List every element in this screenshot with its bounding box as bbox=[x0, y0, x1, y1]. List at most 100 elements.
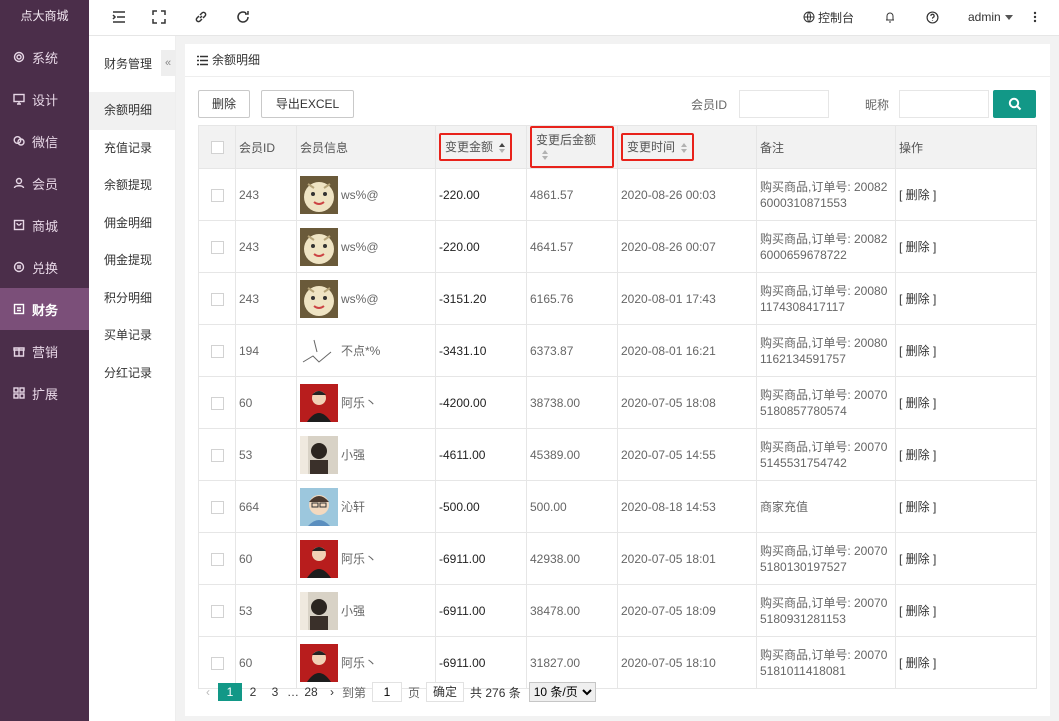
delete-row-link[interactable]: [ 删除 ] bbox=[899, 500, 936, 514]
username: admin bbox=[968, 10, 1001, 24]
sort-icon[interactable] bbox=[499, 142, 506, 153]
row-checkbox[interactable] bbox=[211, 552, 224, 566]
more-icon[interactable] bbox=[1033, 0, 1037, 34]
action-cell: [ 删除 ] bbox=[895, 532, 1037, 585]
sidebar-item-exchange[interactable]: 兑换 bbox=[0, 246, 89, 288]
refresh-icon[interactable] bbox=[234, 8, 252, 26]
delete-row-link[interactable]: [ 删除 ] bbox=[899, 240, 936, 254]
menu-indent-icon[interactable] bbox=[110, 8, 128, 26]
submenu-item[interactable]: 佣金提现 bbox=[89, 242, 175, 280]
fullscreen-icon[interactable] bbox=[150, 8, 168, 26]
submenu-item[interactable]: 分红记录 bbox=[89, 355, 175, 393]
delete-row-link[interactable]: [ 删除 ] bbox=[899, 656, 936, 670]
row-checkbox[interactable] bbox=[211, 500, 224, 514]
sidebar-item-gear[interactable]: 系统 bbox=[0, 36, 89, 78]
delete-row-link[interactable]: [ 删除 ] bbox=[899, 448, 936, 462]
page-number[interactable]: 2 bbox=[242, 683, 264, 701]
submenu-item[interactable]: 佣金明细 bbox=[89, 205, 175, 243]
nickname-input[interactable] bbox=[899, 90, 989, 118]
sort-icon[interactable] bbox=[681, 142, 688, 153]
page-number[interactable]: 28 bbox=[300, 683, 322, 701]
sidebar-item-monitor[interactable]: 设计 bbox=[0, 78, 89, 120]
confirm-page-button[interactable]: 确定 bbox=[426, 682, 465, 702]
search-button[interactable] bbox=[993, 90, 1036, 118]
row-checkbox[interactable] bbox=[211, 292, 224, 306]
help-icon[interactable] bbox=[926, 0, 939, 34]
page-size-select[interactable]: 10 条/页 bbox=[528, 682, 596, 702]
sidebar-item-user[interactable]: 会员 bbox=[0, 162, 89, 204]
member-id-cell: 53 bbox=[235, 428, 297, 481]
col-change-amount-label: 变更金额 bbox=[445, 140, 494, 154]
remark-cell: 购买商品,订单号: 200705181011418081 bbox=[756, 636, 896, 689]
action-cell: [ 删除 ] bbox=[895, 584, 1037, 637]
grid-icon bbox=[12, 386, 26, 400]
member-id-input[interactable] bbox=[739, 90, 829, 118]
page-number[interactable]: 1 bbox=[218, 683, 242, 701]
delete-button[interactable]: 删除 bbox=[198, 90, 250, 118]
table-row: 243 ws%@ -220.00 4641.57 2020-08-26 00:07 购买商… bbox=[198, 220, 1037, 273]
delete-row-link[interactable]: [ 删除 ] bbox=[899, 604, 936, 618]
next-page-icon[interactable]: › bbox=[322, 685, 342, 699]
row-checkbox[interactable] bbox=[211, 188, 224, 202]
avatar bbox=[300, 383, 338, 422]
select-all-checkbox[interactable] bbox=[211, 141, 224, 155]
row-checkbox[interactable] bbox=[211, 604, 224, 618]
member-info-cell: 沁轩 bbox=[296, 480, 436, 533]
after-amount-cell: 42938.00 bbox=[526, 532, 618, 585]
submenu-item[interactable]: 买单记录 bbox=[89, 317, 175, 355]
delete-row-link[interactable]: [ 删除 ] bbox=[899, 344, 936, 358]
change-time-cell: 2020-07-05 18:10 bbox=[617, 636, 757, 689]
gear-icon bbox=[12, 50, 26, 64]
after-amount-cell: 500.00 bbox=[526, 480, 618, 533]
delete-row-link[interactable]: [ 删除 ] bbox=[899, 396, 936, 410]
col-change-time[interactable]: 变更时间 bbox=[617, 125, 757, 169]
row-checkbox[interactable] bbox=[211, 240, 224, 254]
sidebar-item-wechat[interactable]: 微信 bbox=[0, 120, 89, 162]
remark-cell: 购买商品,订单号: 200801174308417117 bbox=[756, 272, 896, 325]
submenu-item[interactable]: 余额提现 bbox=[89, 167, 175, 205]
row-checkbox[interactable] bbox=[211, 396, 224, 410]
delete-row-link[interactable]: [ 删除 ] bbox=[899, 552, 936, 566]
sidebar-item-marketing[interactable]: 营销 bbox=[0, 330, 89, 372]
sidebar-item-label: 微信 bbox=[32, 134, 59, 150]
sort-icon[interactable] bbox=[542, 149, 549, 160]
col-remark: 备注 bbox=[756, 125, 896, 169]
sidebar-item-label: 设计 bbox=[32, 92, 59, 108]
row-checkbox[interactable] bbox=[211, 448, 224, 462]
sidebar-item-grid[interactable]: 扩展 bbox=[0, 372, 89, 414]
action-cell: [ 删除 ] bbox=[895, 480, 1037, 533]
member-id-cell: 60 bbox=[235, 532, 297, 585]
submenu-item[interactable]: 充值记录 bbox=[89, 130, 175, 168]
row-checkbox[interactable] bbox=[211, 656, 224, 670]
remark-text: 商家充值 bbox=[760, 499, 809, 514]
remark-cell: 购买商品,订单号: 200826000310871553 bbox=[756, 168, 896, 221]
submenu-item[interactable]: 余额明细 bbox=[89, 92, 175, 130]
submenu-item[interactable]: 积分明细 bbox=[89, 280, 175, 318]
member-id-cell: 243 bbox=[235, 272, 297, 325]
remark-text: 购买商品,订单号: 200801162134591757 bbox=[760, 335, 888, 366]
prev-page-icon[interactable]: ‹ bbox=[198, 685, 218, 699]
bell-icon[interactable] bbox=[884, 0, 896, 34]
member-info-cell: ws%@ bbox=[296, 220, 436, 273]
row-checkbox[interactable] bbox=[211, 344, 224, 358]
collapse-submenu-button[interactable]: « bbox=[161, 50, 175, 76]
sidebar-item-finance[interactable]: 财务 bbox=[0, 288, 89, 330]
page-number[interactable]: 3 bbox=[264, 683, 286, 701]
console-link[interactable]: 控制台 bbox=[803, 0, 854, 34]
member-nickname: 阿乐丶 bbox=[341, 656, 378, 670]
col-after-amount[interactable]: 变更后金额 bbox=[526, 125, 618, 169]
shop-icon bbox=[12, 218, 26, 232]
user-menu[interactable]: admin bbox=[968, 0, 1013, 34]
export-excel-button[interactable]: 导出EXCEL bbox=[261, 90, 354, 118]
delete-row-link[interactable]: [ 删除 ] bbox=[899, 188, 936, 202]
table-row: 53 小强 -6911.00 38478.00 2020-07-05 18:09 购买商品… bbox=[198, 584, 1037, 637]
goto-page-input[interactable] bbox=[372, 682, 403, 702]
delete-row-link[interactable]: [ 删除 ] bbox=[899, 292, 936, 306]
action-cell: [ 删除 ] bbox=[895, 428, 1037, 481]
col-change-amount[interactable]: 变更金额 bbox=[435, 125, 527, 169]
member-nickname: 小强 bbox=[341, 448, 366, 462]
link-icon[interactable] bbox=[192, 8, 210, 26]
table-row: 60 阿乐丶 -6911.00 42938.00 2020-07-05 18:01 购买商… bbox=[198, 532, 1037, 585]
change-amount-cell: -4200.00 bbox=[435, 376, 527, 429]
sidebar-item-shop[interactable]: 商城 bbox=[0, 204, 89, 246]
